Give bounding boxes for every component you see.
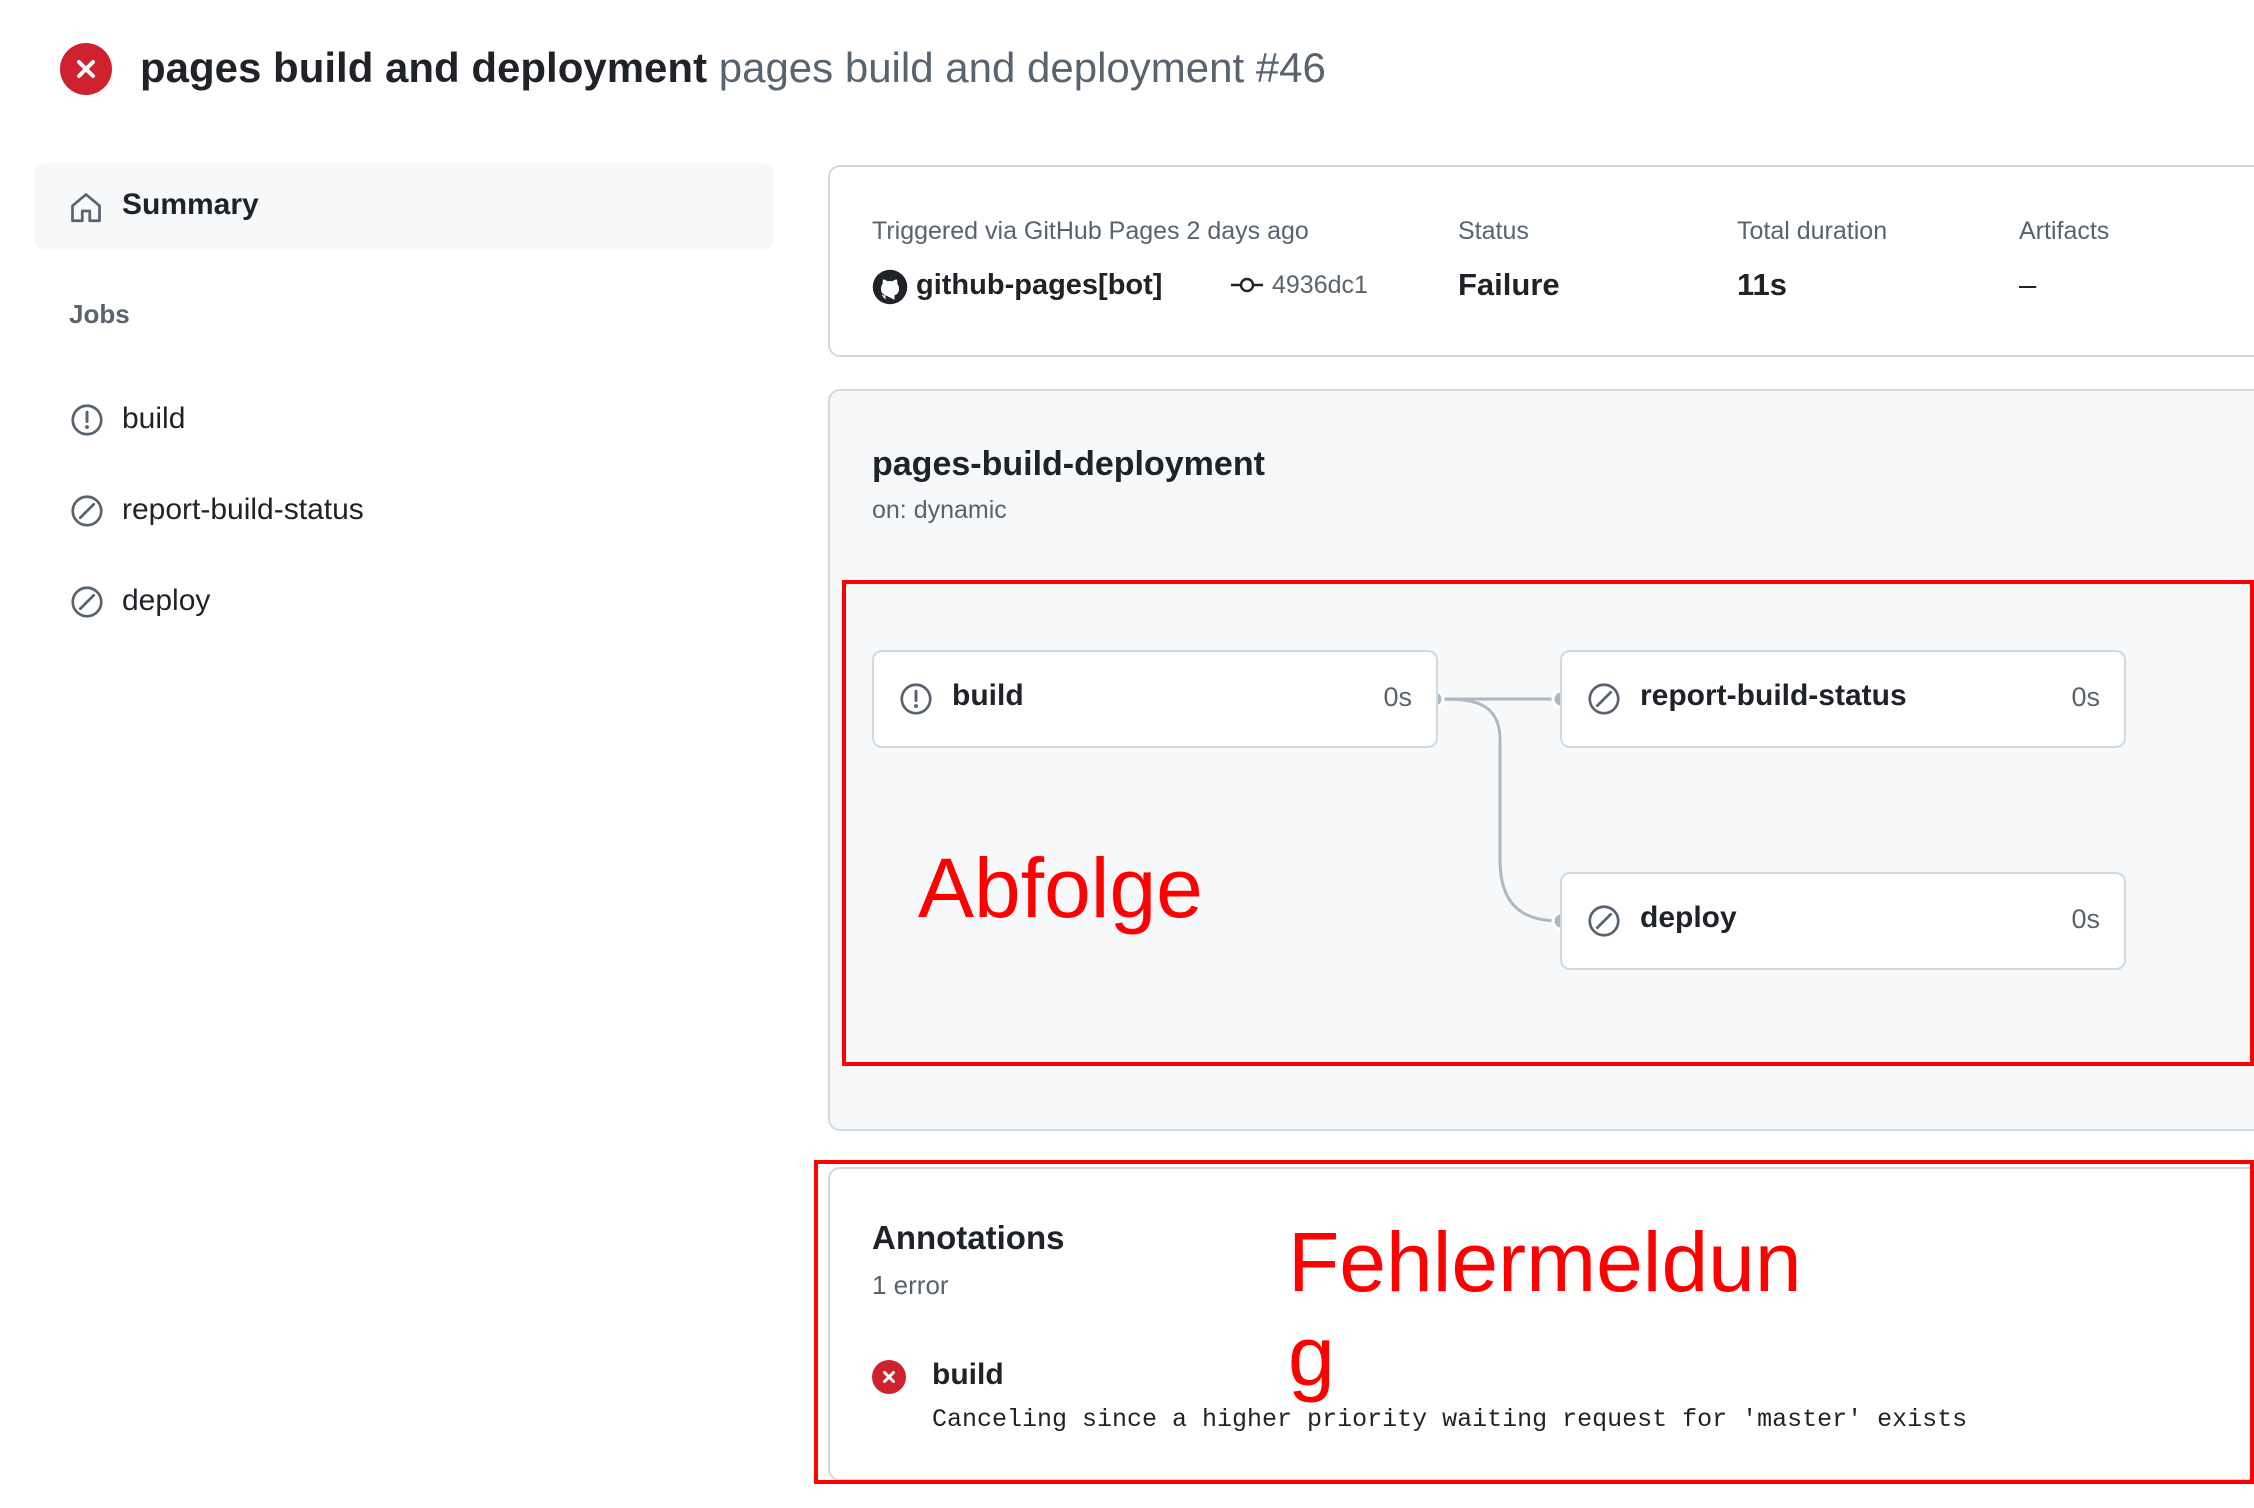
- github-logo-icon: [872, 269, 908, 305]
- sidebar-job-label: deploy: [122, 584, 211, 617]
- status-label: Status: [1458, 217, 1529, 245]
- run-title: pages build and deployment pages build a…: [140, 40, 1326, 96]
- error-overlay-label-line1: Fehlermeldun: [1288, 1215, 1802, 1309]
- error-overlay-label-line2: g: [1288, 1309, 1335, 1403]
- sidebar-summary-label: Summary: [122, 188, 259, 221]
- run-status-failure-icon: [60, 43, 112, 95]
- sidebar-summary-item[interactable]: Summary: [34, 163, 774, 250]
- actor-name[interactable]: github-pages[bot]: [916, 265, 1162, 305]
- sidebar-job-label: report-build-status: [122, 493, 364, 526]
- sequence-highlight-box: [842, 580, 2254, 1066]
- artifacts-value: –: [2019, 267, 2037, 302]
- skip-icon: [69, 493, 105, 529]
- status-value: Failure: [1458, 267, 1560, 302]
- commit-sha-link[interactable]: 4936dc1: [1272, 267, 1368, 303]
- workflow-trigger: on: dynamic: [872, 496, 1007, 524]
- workflow-name: pages build and deployment: [140, 44, 708, 91]
- run-info-card: Triggered via GitHub Pages 2 days ago gi…: [828, 165, 2254, 357]
- home-icon: [68, 190, 104, 226]
- skip-icon: [69, 584, 105, 620]
- sidebar-job-label: build: [122, 402, 186, 435]
- duration-label: Total duration: [1737, 217, 1888, 245]
- git-commit-icon: [1230, 274, 1264, 296]
- error-highlight-box: [814, 1160, 2254, 1484]
- sidebar-jobs-heading: Jobs: [69, 299, 130, 329]
- artifacts-label: Artifacts: [2019, 217, 2110, 245]
- workflow-file-name: pages-build-deployment: [872, 445, 1265, 483]
- trigger-label: Triggered via GitHub Pages 2 days ago: [872, 217, 1309, 245]
- alert-icon: [69, 402, 105, 438]
- sequence-overlay-label: Abfolge: [918, 841, 1203, 935]
- run-subtitle: pages build and deployment #46: [718, 44, 1326, 91]
- duration-value: 11s: [1737, 267, 1788, 302]
